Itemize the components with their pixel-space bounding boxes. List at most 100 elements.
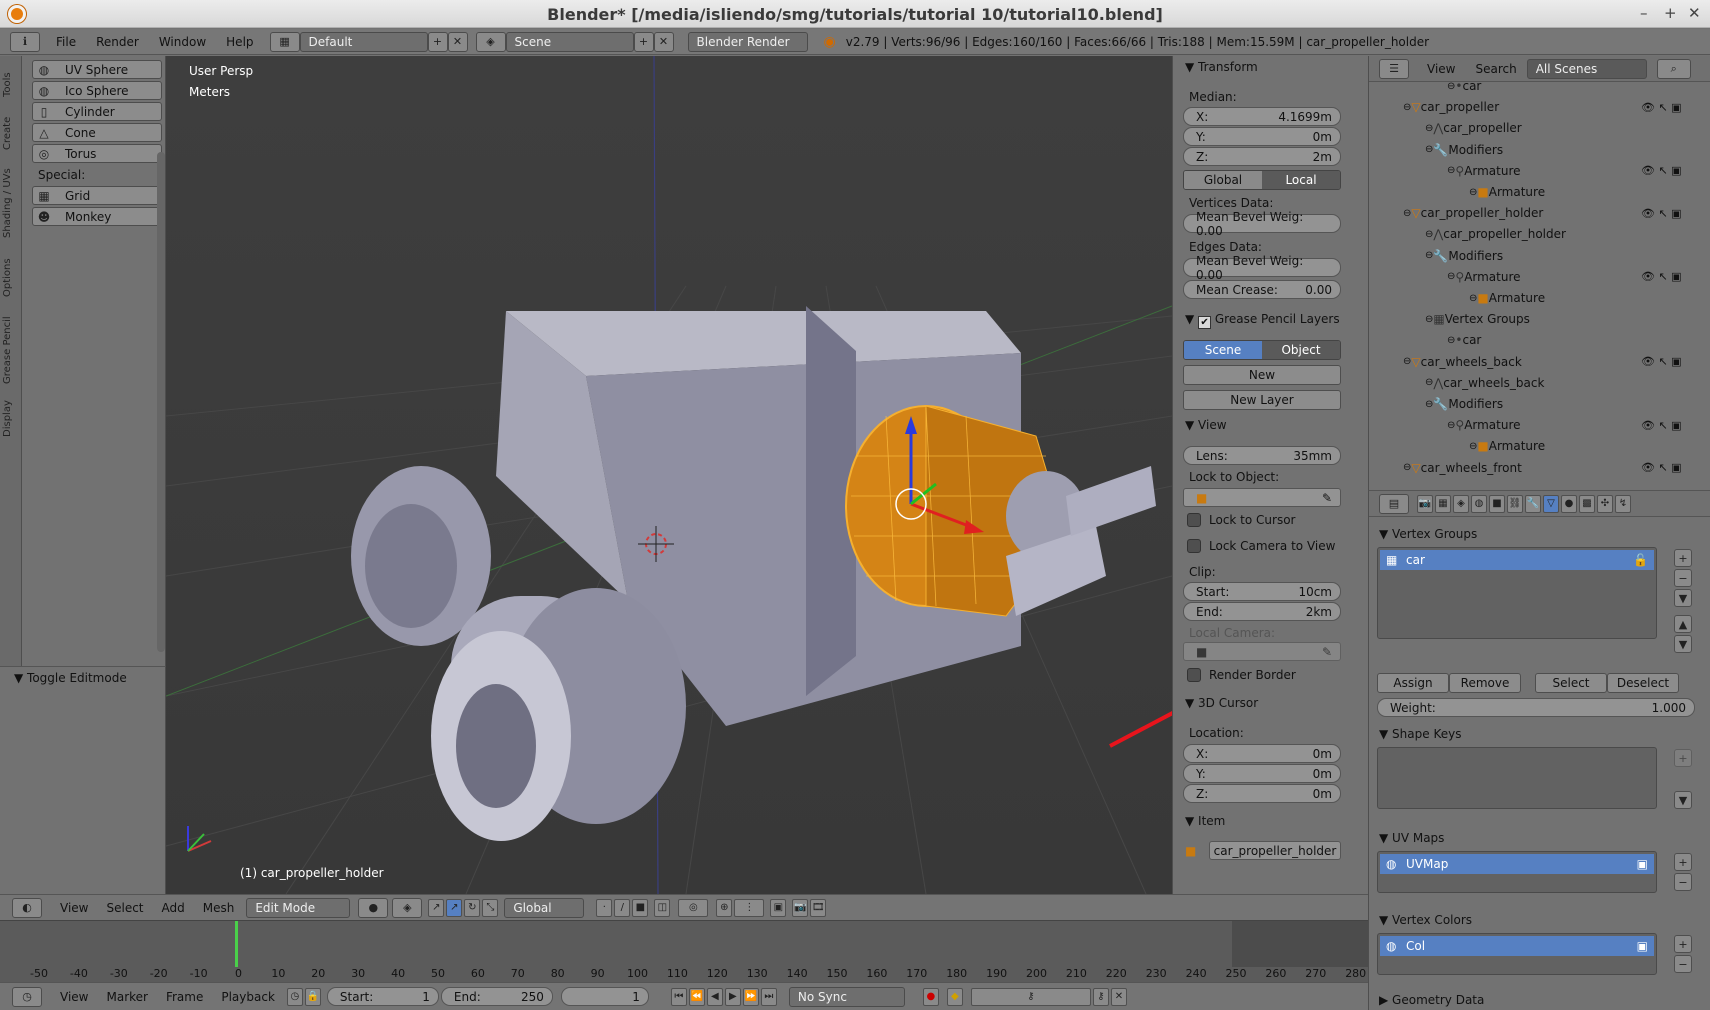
visibility-toggles-icon[interactable]: 👁 ↖ ▣	[1641, 161, 1682, 181]
outliner-scenes-select[interactable]: All Scenes	[1526, 58, 1647, 79]
data-tab-icon[interactable]: ▽	[1543, 494, 1559, 513]
outliner-row[interactable]: ⊖ ⋀ car_wheels_back	[1425, 373, 1544, 393]
expand-toggle-icon[interactable]: ⊖	[1469, 293, 1477, 304]
outliner-row[interactable]: ⊖ ⋀ car_propeller	[1425, 118, 1522, 138]
preview-range-icon[interactable]: ◷	[286, 987, 303, 1006]
jump-start-icon[interactable]: ⏮	[670, 987, 687, 1006]
tab-grease-pencil[interactable]: Grease Pencil	[2, 310, 19, 390]
menu-render[interactable]: Render	[86, 35, 149, 49]
manipulator-icon[interactable]: ↗	[428, 898, 445, 917]
visibility-toggles-icon[interactable]: 👁 ↖ ▣	[1641, 458, 1682, 478]
vc-camera-icon[interactable]: ▣	[1637, 939, 1648, 953]
cursor-y-field[interactable]: Y: 0m	[1183, 764, 1341, 783]
play-icon[interactable]: ▶	[724, 987, 741, 1006]
expand-toggle-icon[interactable]: ⊖	[1425, 250, 1433, 261]
lock-to-cursor-checkbox[interactable]: Lock to Cursor	[1187, 513, 1295, 527]
select-button[interactable]: Select	[1535, 673, 1607, 693]
render-engine-select[interactable]: Blender Render	[687, 31, 808, 52]
rotate-icon[interactable]: ↻	[464, 898, 481, 917]
median-z-field[interactable]: Z: 2m	[1183, 147, 1341, 166]
layout-icon[interactable]: ▦	[269, 31, 300, 52]
cursor-z-field[interactable]: Z: 0m	[1183, 784, 1341, 803]
constraints-tab-icon[interactable]: ⛓	[1507, 494, 1523, 513]
outliner-row[interactable]: ⊖ • car	[1447, 76, 1481, 96]
gp-object-button[interactable]: Object	[1262, 341, 1340, 359]
snap-element-icon[interactable]: ⋮	[734, 898, 765, 917]
cylinder-button[interactable]: ▯ Cylinder	[32, 102, 162, 121]
playhead[interactable]	[235, 921, 238, 967]
tab-options[interactable]: Options	[2, 250, 19, 306]
current-frame-field[interactable]: 1	[560, 987, 649, 1006]
lock-camera-checkbox[interactable]: Lock Camera to View	[1187, 539, 1335, 553]
render-image-icon[interactable]: 📷	[792, 898, 809, 917]
shape-keys-header[interactable]: ▼ Shape Keys	[1379, 727, 1461, 741]
ico-sphere-button[interactable]: ◍ Ico Sphere	[32, 81, 162, 100]
clip-end-field[interactable]: End: 2km	[1183, 602, 1341, 621]
remove-scene-icon[interactable]: ✕	[653, 31, 674, 52]
move-down-icon[interactable]: ▼	[1674, 635, 1692, 653]
expand-toggle-icon[interactable]: ⊖	[1469, 187, 1477, 198]
gp-new-layer-button[interactable]: New Layer	[1183, 390, 1341, 410]
outliner-view-menu[interactable]: View	[1417, 62, 1465, 76]
3d-view-editor-icon[interactable]: ◐	[12, 897, 42, 918]
expand-toggle-icon[interactable]: ⊖	[1403, 356, 1411, 367]
3d-viewport[interactable]: User Persp Meters (1) car_propeller_hold…	[166, 56, 1172, 894]
vertex-groups-header[interactable]: ▼ Vertex Groups	[1379, 527, 1477, 541]
outliner-editor-icon[interactable]: ☰	[1379, 58, 1409, 79]
render-tab-icon[interactable]: 📷	[1417, 494, 1433, 513]
monkey-button[interactable]: ☻ Monkey	[32, 207, 162, 226]
orientation-select[interactable]: Global	[504, 897, 585, 918]
maximize-icon[interactable]: +	[1664, 4, 1677, 22]
expand-toggle-icon[interactable]: ⊖	[1403, 462, 1411, 473]
menu-help[interactable]: Help	[216, 35, 263, 49]
play-reverse-icon[interactable]: ◀	[706, 987, 723, 1006]
active-keying-set-field[interactable]: ⚷	[970, 987, 1091, 1006]
timeline-view-menu[interactable]: View	[60, 990, 88, 1004]
outliner-row[interactable]: ⊖ ⚲ Armature	[1447, 267, 1521, 287]
expand-toggle-icon[interactable]: ⊖	[1425, 314, 1433, 325]
lens-field[interactable]: Lens: 35mm	[1183, 446, 1341, 465]
timeline-playback-menu[interactable]: Playback	[221, 990, 275, 1004]
physics-tab-icon[interactable]: ↯	[1615, 494, 1631, 513]
vertex-colors-header[interactable]: ▼ Vertex Colors	[1379, 913, 1472, 927]
gp-new-button[interactable]: New	[1183, 365, 1341, 385]
remove-vertex-group-icon[interactable]: −	[1674, 569, 1692, 587]
lock-icon[interactable]: 🔓	[1633, 553, 1648, 567]
expand-toggle-icon[interactable]: ⊖	[1447, 335, 1455, 346]
outliner-row[interactable]: ⊖ ⚲ Armature	[1447, 415, 1521, 435]
render-border-checkbox[interactable]: Render Border	[1187, 668, 1296, 682]
deselect-button[interactable]: Deselect	[1607, 673, 1679, 693]
visibility-toggles-icon[interactable]: 👁 ↖ ▣	[1641, 203, 1682, 223]
material-tab-icon[interactable]: ●	[1561, 494, 1577, 513]
scene-tab-icon[interactable]: ◈	[1453, 494, 1469, 513]
outliner-row[interactable]: ⊖ ■ Armature	[1469, 182, 1545, 202]
expand-toggle-icon[interactable]: ⊖	[1447, 165, 1455, 176]
add-shape-key-icon[interactable]: +	[1674, 749, 1692, 767]
expand-toggle-icon[interactable]: ⊖	[1425, 144, 1433, 155]
object-tab-icon[interactable]: ■	[1489, 494, 1505, 513]
expand-toggle-icon[interactable]: ⊖	[1403, 102, 1411, 113]
minimize-icon[interactable]: –	[1640, 4, 1648, 22]
jump-end-icon[interactable]: ⏭	[760, 987, 777, 1006]
outliner-row[interactable]: ⊖ 🔧 Modifiers	[1425, 140, 1503, 160]
grease-pencil-checkbox[interactable]: ✔	[1198, 316, 1212, 329]
snap-toggle-icon[interactable]: ⊕	[716, 898, 733, 917]
expand-toggle-icon[interactable]: ⊖	[1425, 399, 1433, 410]
remove-layout-icon[interactable]: ✕	[447, 31, 468, 52]
outliner-row[interactable]: ⊖ • car	[1447, 330, 1481, 350]
auto-keying-icon[interactable]: ●	[922, 987, 939, 1006]
modifiers-tab-icon[interactable]: 🔧	[1525, 494, 1541, 513]
outliner-search-icon[interactable]: ⌕	[1656, 58, 1691, 79]
vertex-bevel-weight-field[interactable]: Mean Bevel Weig: 0.00	[1183, 210, 1341, 238]
timeline-frame-menu[interactable]: Frame	[166, 990, 203, 1004]
outliner-row[interactable]: ⊖ ⋀ car_propeller_holder	[1425, 224, 1566, 244]
render-layers-tab-icon[interactable]: ▦	[1435, 494, 1451, 513]
vertex-select-icon[interactable]: ·	[596, 898, 613, 917]
add-vertex-group-icon[interactable]: +	[1674, 549, 1692, 567]
add-menu[interactable]: Add	[162, 901, 185, 915]
texture-tab-icon[interactable]: ▩	[1579, 494, 1595, 513]
move-up-icon[interactable]: ▲	[1674, 615, 1692, 633]
outliner-row[interactable]: ⊖ ▽ car_wheels_front	[1403, 458, 1522, 478]
visibility-toggles-icon[interactable]: 👁 ↖ ▣	[1641, 97, 1682, 117]
vertex-color-item[interactable]: ◍ Col ▣	[1380, 936, 1654, 956]
